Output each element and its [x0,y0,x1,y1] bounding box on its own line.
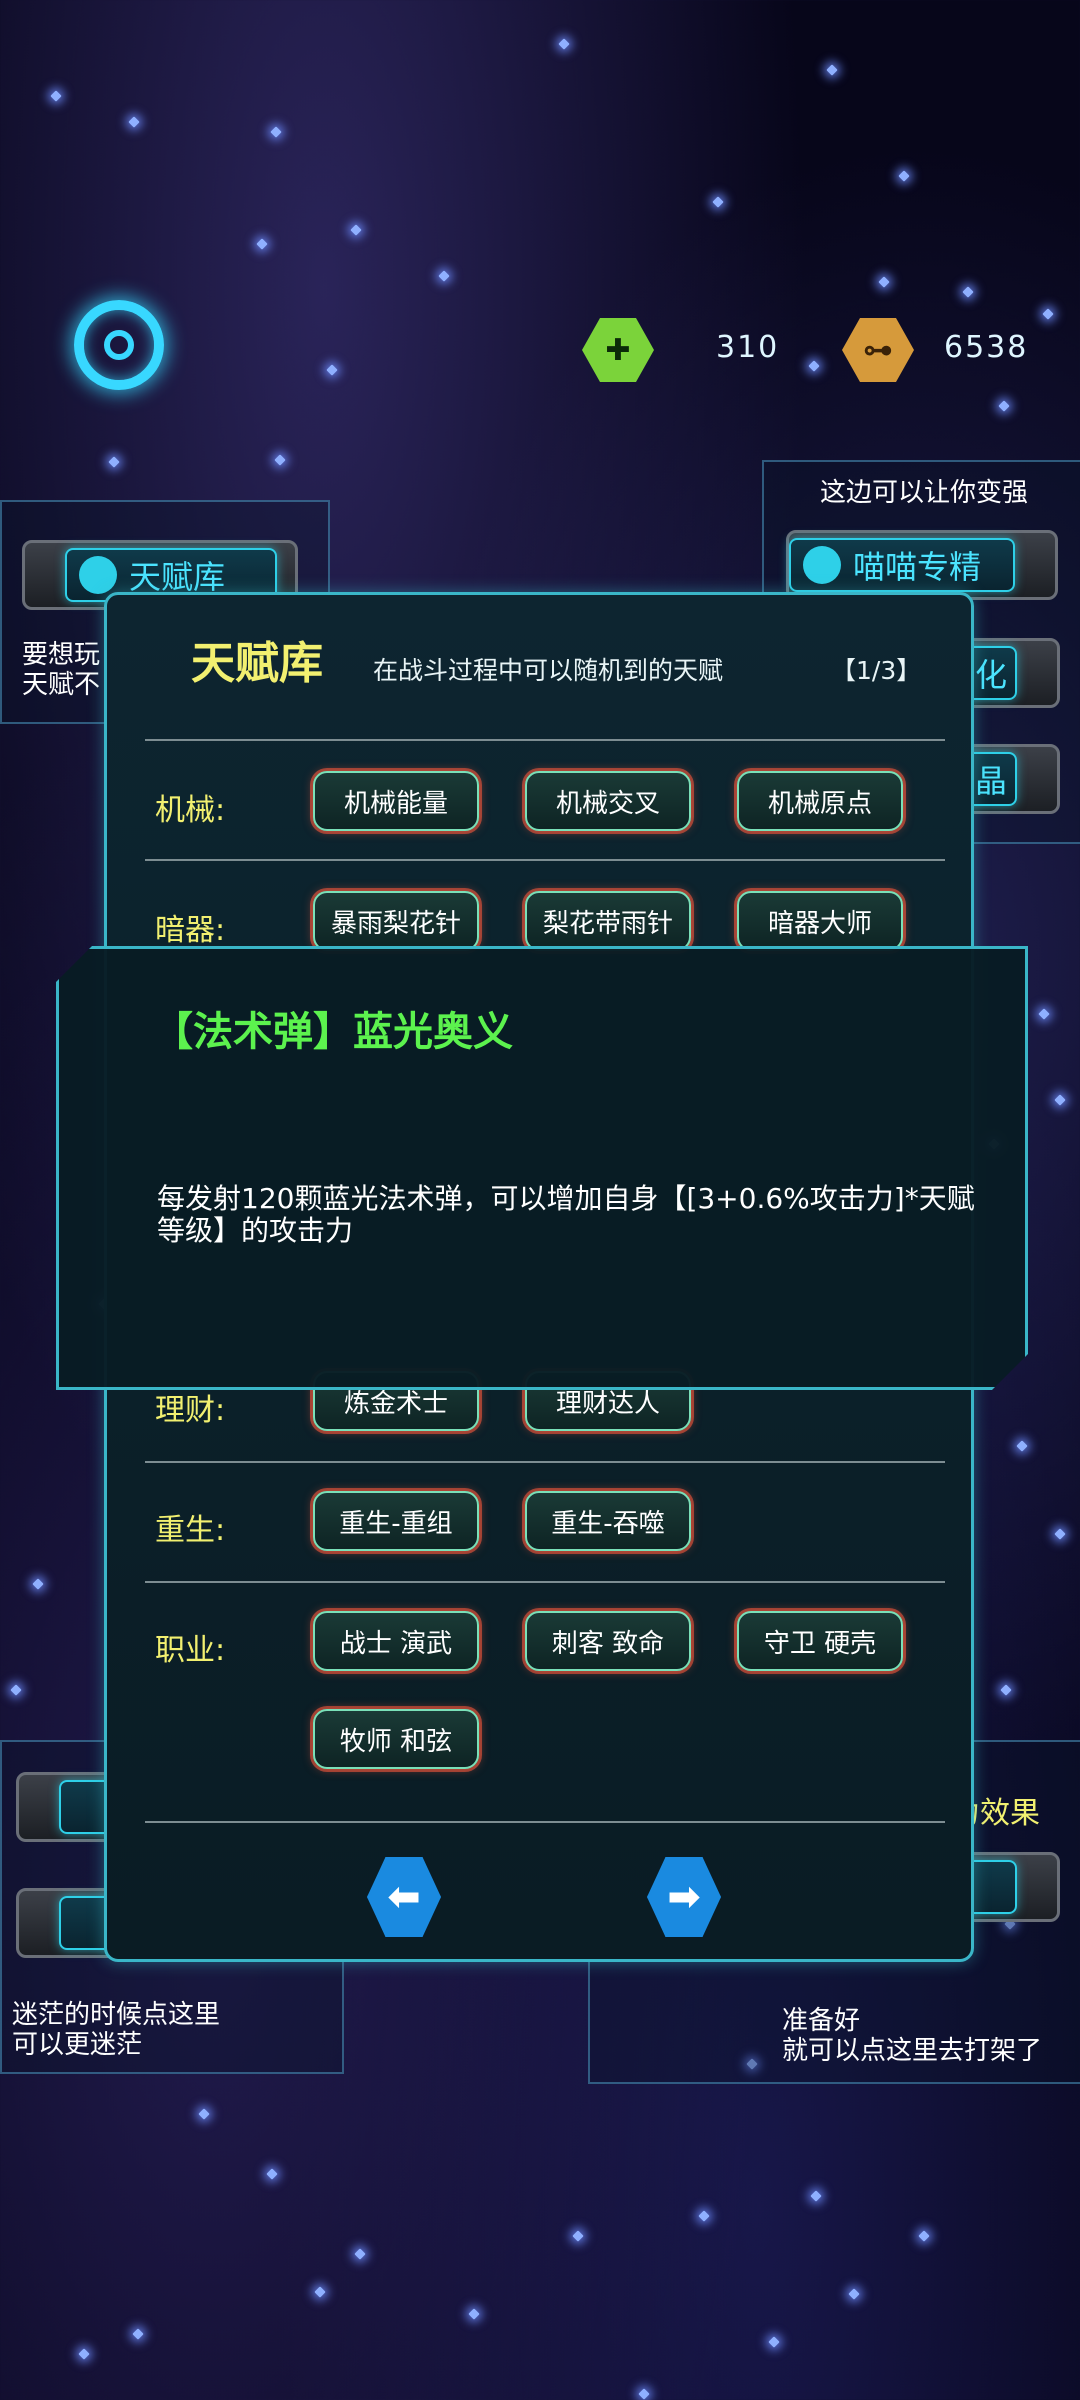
talent-tag[interactable]: 暗器大师 [737,891,903,951]
star [558,38,570,50]
talent-hint: 要想玩 天赋不 [22,640,100,700]
star [1016,1440,1028,1452]
arrow-left-icon: ⬅ [387,1874,421,1920]
help-hint: 迷茫的时候点这里 可以更迷茫 [12,2000,220,2060]
tooltip-description: 每发射120颗蓝光法术弹，可以增加自身【[3+0.6%攻击力]*天赋等级】的攻击… [157,1182,975,1247]
star [878,276,890,288]
star [10,1684,22,1696]
prev-page-button[interactable]: ⬅ [367,1857,441,1937]
help-hint-line-1: 迷茫的时候点这里 [12,2000,221,2030]
dialog-subtitle: 在战斗过程中可以随机到的天赋 [373,656,724,685]
star [274,454,286,466]
star [132,2328,144,2340]
row-label-mechanical: 机械: [155,793,226,828]
row-label-hidden-weapon: 暗器: [155,913,226,948]
cat-icon [803,546,841,584]
star [78,2348,90,2360]
page-indicator: 【1/3】 [831,656,922,685]
row-label-finance: 理财: [155,1393,226,1428]
star [918,2230,930,2242]
resource-2-value: 6538 [944,330,1029,365]
star [768,2336,780,2348]
star [270,126,282,138]
next-page-button[interactable]: ➡ [647,1857,721,1937]
battle-hint-line-2: 就可以点这里去打架了 [782,2036,1043,2066]
star [32,1578,44,1590]
divider [145,859,945,861]
divider [145,1821,945,1823]
star [198,2108,210,2120]
talent-tag[interactable]: 战士 演武 [313,1611,479,1671]
star [638,2388,650,2400]
divider [145,1581,945,1583]
upgrade-label-2: 化 [975,656,1008,694]
talent-tag[interactable]: 暴雨梨花针 [313,891,479,951]
star [998,400,1010,412]
battle-hint-line-1: 准备好 [782,2006,861,2036]
star [712,196,724,208]
star [50,90,62,102]
star [266,2168,278,2180]
star [810,2190,822,2202]
resource-1-value: 310 [716,330,780,365]
settings-gear-icon[interactable] [74,300,164,390]
star [1054,1094,1066,1106]
syringe-icon: ✚ [582,318,654,382]
mastery-label: 喵喵专精 [853,548,982,586]
talent-tag[interactable]: 刺客 致命 [525,1611,691,1671]
battle-hint: 准备好 就可以点这里去打架了 [782,2006,1042,2066]
mastery-button[interactable]: 喵喵专精 [786,530,1058,600]
talent-tag[interactable]: 重生-吞噬 [525,1491,691,1551]
star [826,64,838,76]
talent-hint-line-2: 天赋不 [22,670,101,700]
star [898,170,910,182]
talent-tag[interactable]: 机械能量 [313,771,479,831]
divider [145,739,945,741]
star [1038,1008,1050,1020]
tooltip-title: 【法术弹】蓝光奥义 [153,1009,513,1055]
star [256,238,268,250]
star [128,116,140,128]
talent-detail-tooltip: 【法术弹】蓝光奥义 每发射120颗蓝光法术弹，可以增加自身【[3+0.6%攻击力… [56,946,1028,1390]
star [354,2248,366,2260]
star [698,2210,710,2222]
star [848,2288,860,2300]
talent-tag[interactable]: 机械原点 [737,771,903,831]
star [1042,308,1054,320]
talent-tag[interactable]: 牧师 和弦 [313,1709,479,1769]
star [314,2286,326,2298]
talent-tag[interactable]: 守卫 硬壳 [737,1611,903,1671]
star [808,360,820,372]
star [468,2308,480,2320]
star [572,2230,584,2242]
row-label-rebirth: 重生: [155,1513,226,1548]
star [438,270,450,282]
divider [145,1461,945,1463]
ticket-icon: ⊶ [842,318,914,382]
talent-tag[interactable]: 梨花带雨针 [525,891,691,951]
talent-tag[interactable]: 机械交叉 [525,771,691,831]
star [350,224,362,236]
row-label-class: 职业: [155,1633,226,1668]
talent-icon [79,556,117,594]
upgrade-hint: 这边可以让你变强 [820,478,1029,508]
upgrade-label-3: 晶 [975,762,1008,800]
arrow-right-icon: ➡ [667,1874,701,1920]
star [1000,1684,1012,1696]
star [326,364,338,376]
dialog-title: 天赋库 [191,638,323,689]
star [1054,1528,1066,1540]
star [108,456,120,468]
help-hint-line-2: 可以更迷茫 [12,2030,143,2060]
talent-hint-line-1: 要想玩 [22,640,101,670]
talent-tag[interactable]: 重生-重组 [313,1491,479,1551]
star [962,286,974,298]
